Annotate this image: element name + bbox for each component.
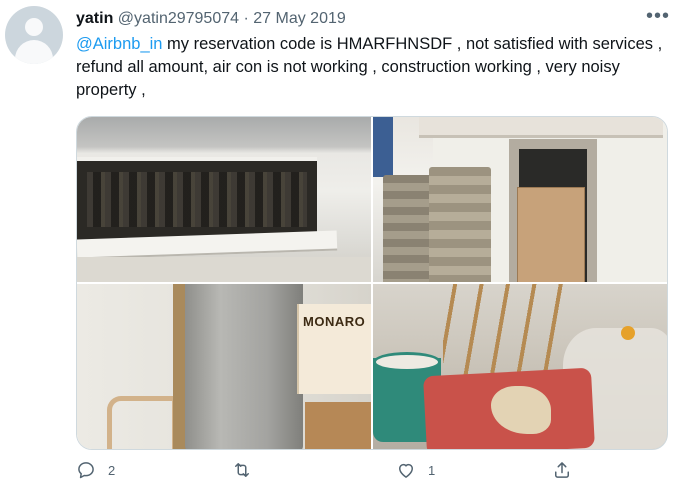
photo-pipe-boxes[interactable]: MONARO bbox=[77, 284, 371, 449]
ac-bottom bbox=[77, 257, 371, 282]
share-icon bbox=[555, 462, 569, 478]
pole bbox=[373, 117, 393, 177]
box-label: MONARO bbox=[303, 314, 366, 329]
mention-link[interactable]: @Airbnb_in bbox=[76, 35, 162, 53]
action-bar: 2 1 bbox=[76, 460, 616, 490]
tweet-text: @Airbnb_in my reservation code is HMARFH… bbox=[76, 33, 666, 102]
photo-construction-debris[interactable] bbox=[373, 284, 667, 449]
chair bbox=[107, 396, 177, 449]
bucket-rim bbox=[373, 352, 441, 372]
tweet-body: my reservation code is HMARFHNSDF , not … bbox=[76, 35, 663, 99]
tweet-date[interactable]: 27 May 2019 bbox=[253, 10, 346, 27]
retweet-button[interactable] bbox=[232, 460, 264, 480]
door bbox=[517, 187, 585, 282]
share-button[interactable] bbox=[552, 460, 572, 480]
like-button[interactable]: 1 bbox=[396, 460, 435, 480]
display-name[interactable]: yatin bbox=[76, 10, 113, 27]
reply-icon bbox=[78, 462, 94, 479]
avatar-body-shape bbox=[15, 40, 53, 64]
brick-column-left bbox=[383, 175, 433, 282]
media-grid: MONARO bbox=[76, 116, 668, 450]
bottle-cap bbox=[621, 326, 635, 340]
beam bbox=[419, 117, 663, 138]
more-icon[interactable]: ••• bbox=[646, 6, 670, 26]
avatar-head-shape bbox=[25, 18, 43, 36]
photo-ac-vent[interactable] bbox=[77, 117, 371, 282]
separator-dot: · bbox=[243, 10, 249, 27]
reply-count: 2 bbox=[108, 462, 116, 478]
pipe bbox=[185, 284, 303, 449]
avatar[interactable] bbox=[5, 6, 63, 64]
brick-column-right bbox=[429, 167, 491, 282]
user-handle[interactable]: @yatin29795074 bbox=[118, 10, 239, 27]
reply-button[interactable]: 2 bbox=[76, 460, 115, 480]
like-icon bbox=[399, 463, 413, 478]
photo-construction-doorway[interactable] bbox=[373, 117, 667, 282]
plywood bbox=[305, 402, 371, 449]
ac-dirt bbox=[87, 172, 307, 227]
wooden-sticks bbox=[443, 284, 563, 384]
tweet-header: yatin @yatin29795074 · 27 May 2019 bbox=[76, 9, 346, 29]
retweet-icon bbox=[235, 463, 249, 477]
like-count: 1 bbox=[428, 462, 436, 478]
